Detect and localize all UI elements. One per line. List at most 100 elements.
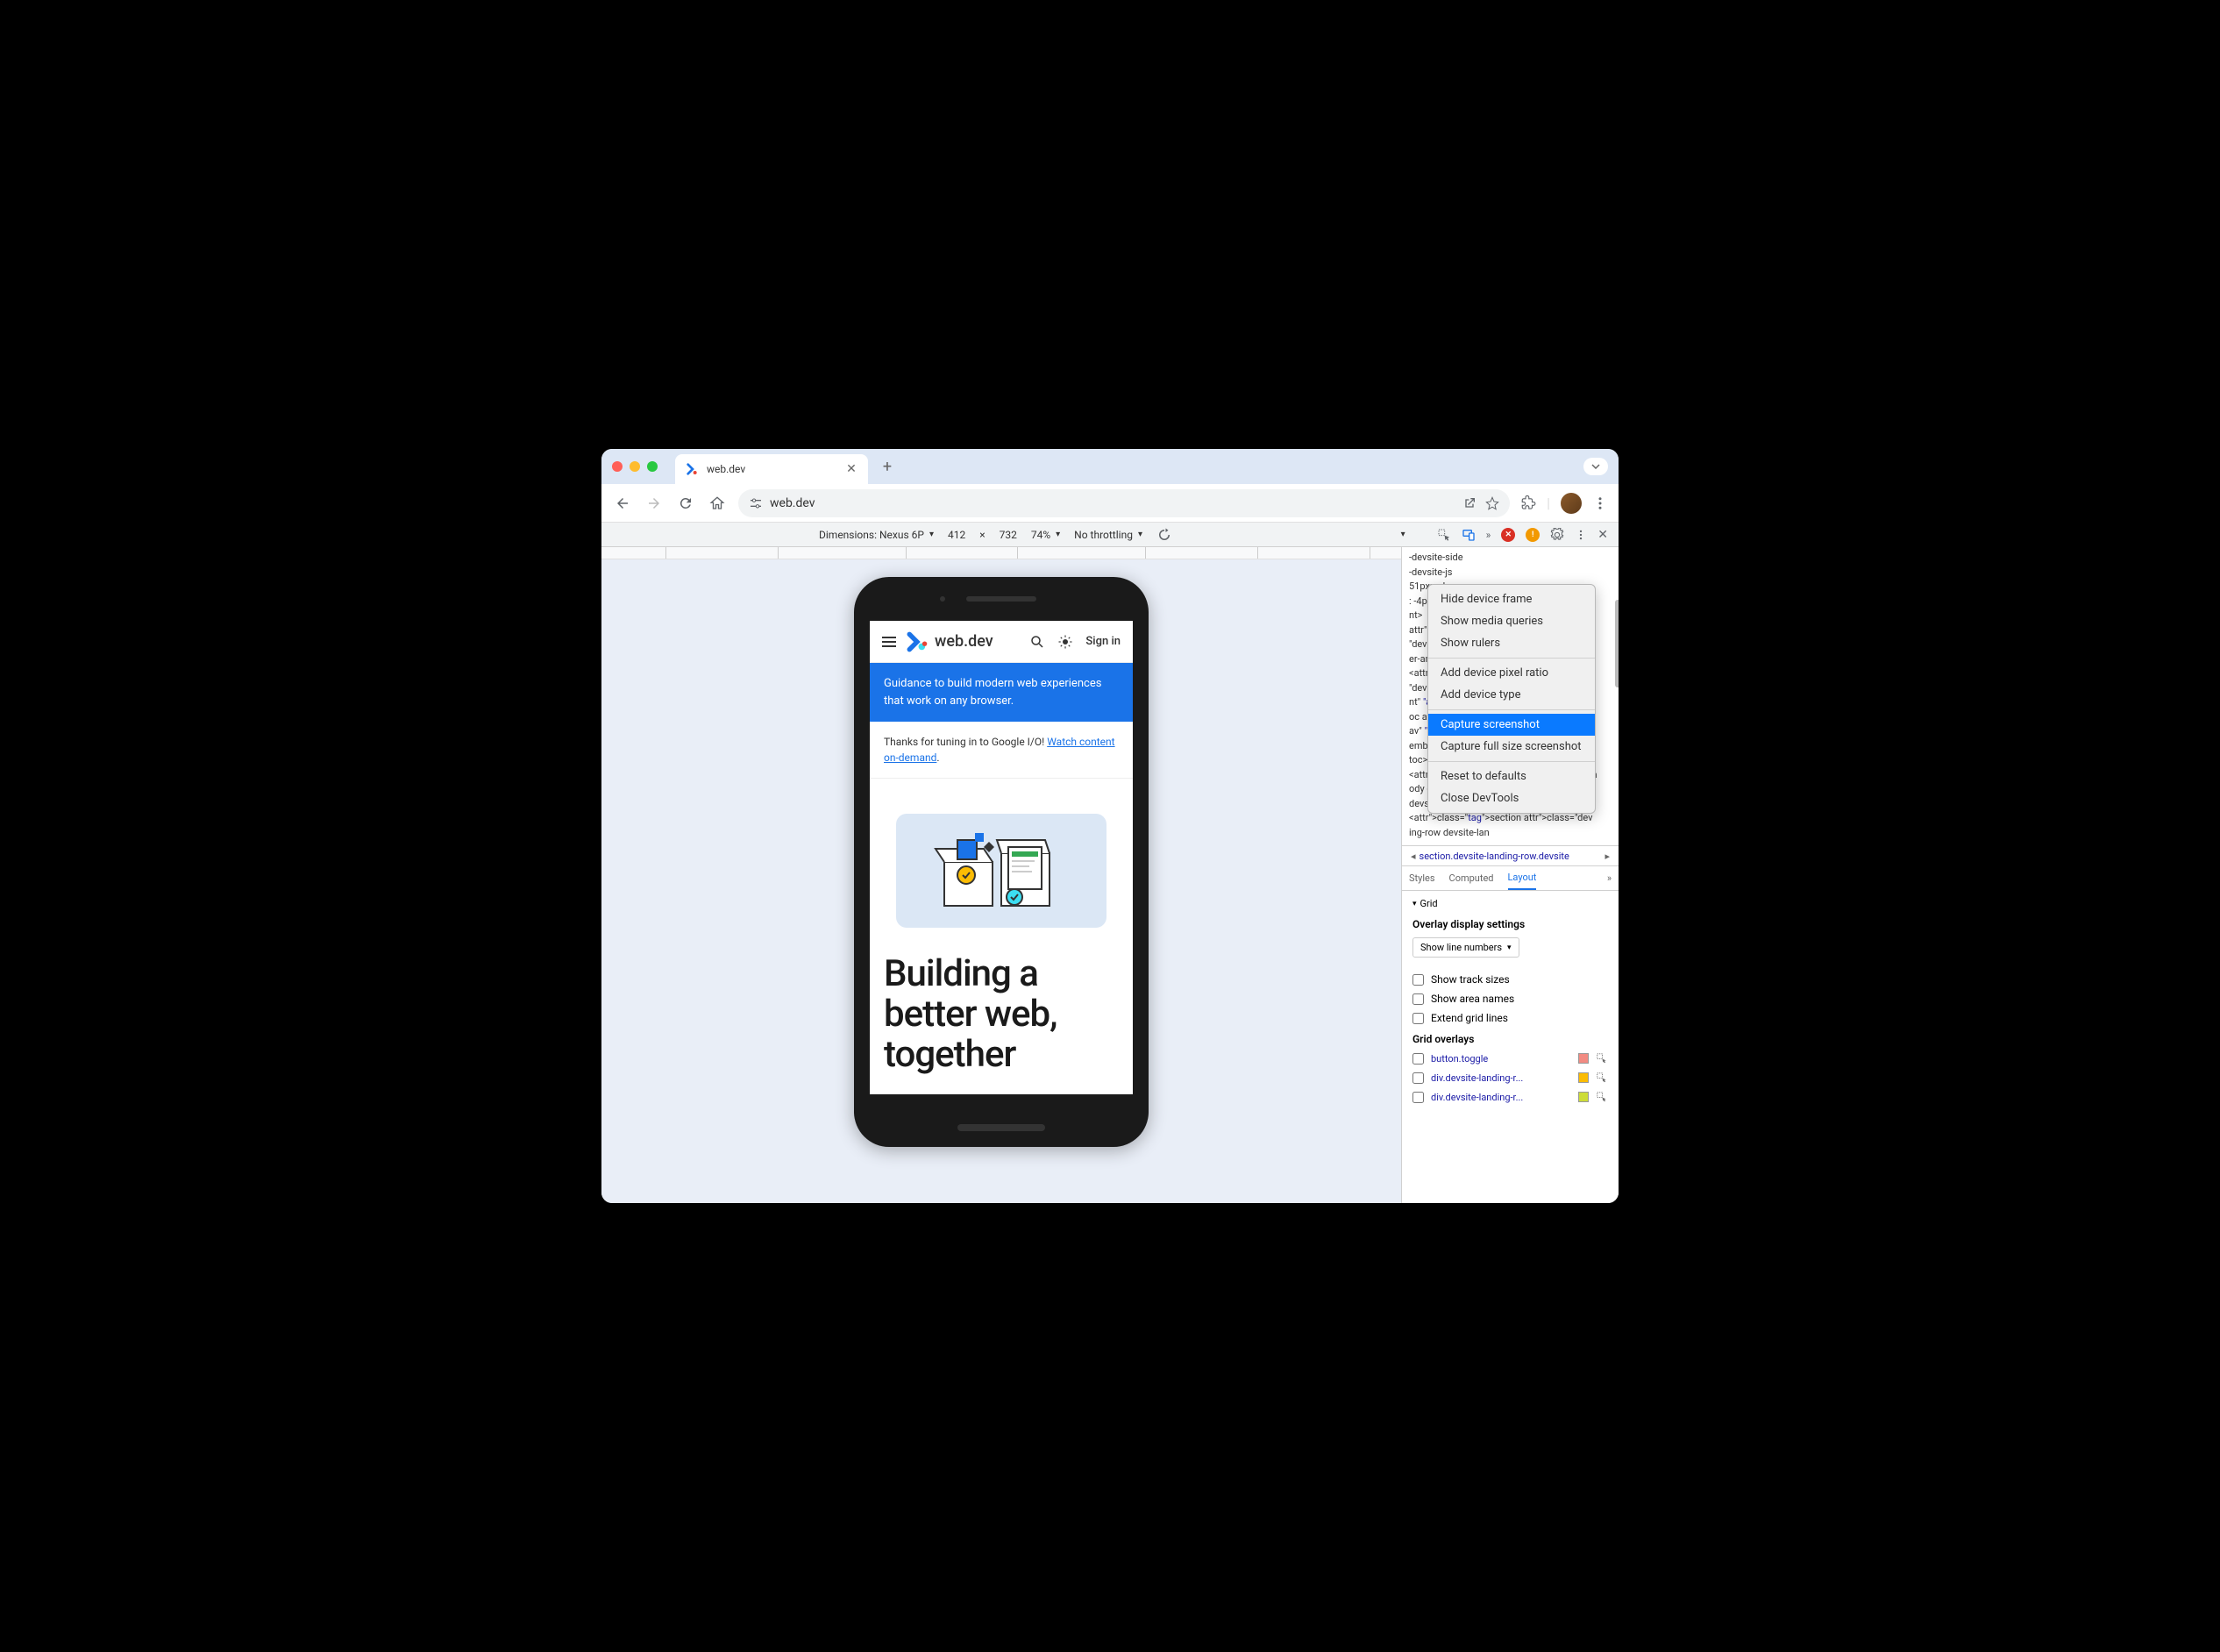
warning-badge[interactable]: !: [1526, 528, 1540, 542]
close-window-button[interactable]: [612, 461, 623, 472]
browser-tab[interactable]: web.dev ✕: [675, 454, 868, 484]
menu-item-show-rulers[interactable]: Show rulers: [1428, 632, 1595, 654]
grid-overlays-title: Grid overlays: [1412, 1033, 1608, 1045]
scrollbar-thumb[interactable]: [1615, 600, 1619, 687]
home-button[interactable]: [707, 493, 728, 514]
guidance-banner: Guidance to build modern web experiences…: [870, 663, 1133, 722]
device-height[interactable]: 732: [1000, 529, 1017, 541]
color-swatch[interactable]: [1578, 1053, 1589, 1064]
dom-breadcrumb: ◂ section.devsite-landing-row.devsite ▸: [1402, 845, 1619, 866]
theme-toggle-icon[interactable]: [1057, 634, 1073, 650]
device-toolbar: Dimensions: Nexus 6P 412 × 732 74% No th…: [601, 523, 1619, 547]
checkbox-extend-grid-lines[interactable]: Extend grid lines: [1412, 1012, 1608, 1024]
overlay-name[interactable]: div.devsite-landing-r...: [1431, 1092, 1571, 1103]
overlay-checkbox[interactable]: [1412, 1072, 1424, 1084]
overlay-checkbox[interactable]: [1412, 1053, 1424, 1065]
address-bar[interactable]: web.dev: [738, 489, 1510, 517]
rotate-icon[interactable]: [1156, 527, 1172, 543]
highlight-icon[interactable]: [1596, 1091, 1608, 1103]
checkbox-show-track-sizes[interactable]: Show track sizes: [1412, 973, 1608, 986]
tab-bar: web.dev ✕ +: [601, 449, 1619, 484]
site-logo[interactable]: web.dev: [907, 630, 993, 653]
checkbox-input[interactable]: [1412, 1013, 1424, 1024]
settings-gear-icon[interactable]: [1550, 528, 1564, 542]
back-button[interactable]: [612, 493, 633, 514]
overlay-row: div.devsite-landing-r...: [1412, 1072, 1608, 1084]
color-swatch[interactable]: [1578, 1072, 1589, 1083]
menu-item-close-devtools[interactable]: Close DevTools: [1428, 787, 1595, 809]
tab-layout[interactable]: Layout: [1508, 866, 1537, 890]
search-icon[interactable]: [1029, 634, 1045, 650]
zoom-dropdown[interactable]: 74%: [1031, 529, 1060, 541]
profile-avatar[interactable]: [1561, 493, 1582, 514]
devtools-kebab-icon[interactable]: [1575, 529, 1587, 541]
menu-item-hide-device-frame[interactable]: Hide device frame: [1428, 588, 1595, 610]
tab-styles[interactable]: Styles: [1409, 867, 1435, 889]
device-width[interactable]: 412: [948, 529, 965, 541]
webdev-logo-icon: [907, 630, 929, 653]
breadcrumb-next-icon[interactable]: ▸: [1601, 851, 1613, 862]
maximize-window-button[interactable]: [647, 461, 658, 472]
breadcrumb-item[interactable]: section.devsite-landing-row.devsite: [1420, 851, 1602, 862]
close-devtools-icon[interactable]: ✕: [1597, 528, 1608, 542]
overlay-row: button.toggle: [1412, 1052, 1608, 1065]
context-menu: Hide device frameShow media queriesShow …: [1427, 584, 1596, 814]
chrome-dropdown-icon[interactable]: [1583, 458, 1608, 475]
menu-item-capture-full-size-screenshot[interactable]: Capture full size screenshot: [1428, 736, 1595, 758]
layout-panel: Grid Overlay display settings Show line …: [1402, 891, 1619, 1203]
minimize-window-button[interactable]: [630, 461, 640, 472]
throttling-dropdown[interactable]: No throttling: [1074, 529, 1142, 541]
device-screen: web.dev Sign in Guidance to build modern…: [870, 621, 1133, 1094]
overlay-name[interactable]: button.toggle: [1431, 1053, 1571, 1065]
color-swatch[interactable]: [1578, 1092, 1589, 1102]
more-tabs-icon[interactable]: »: [1486, 529, 1491, 541]
error-badge[interactable]: ✕: [1501, 528, 1515, 542]
menu-item-show-media-queries[interactable]: Show media queries: [1428, 610, 1595, 632]
line-numbers-select[interactable]: Show line numbers▾: [1412, 937, 1519, 958]
device-toggle-icon[interactable]: [1462, 528, 1476, 542]
tab-computed[interactable]: Computed: [1449, 867, 1494, 889]
kebab-menu-icon[interactable]: [1592, 495, 1608, 511]
hamburger-icon[interactable]: [882, 637, 896, 647]
dom-line[interactable]: -devsite-side: [1409, 551, 1612, 566]
menu-item-reset-to-defaults[interactable]: Reset to defaults: [1428, 765, 1595, 787]
toolbar-right: |: [1520, 493, 1608, 514]
signin-link[interactable]: Sign in: [1085, 635, 1121, 648]
device-camera: [940, 596, 945, 602]
overlay-row: div.devsite-landing-r...: [1412, 1091, 1608, 1103]
site-settings-icon[interactable]: [749, 496, 763, 510]
hero-illustration: [896, 814, 1106, 928]
menu-separator: [1428, 709, 1595, 710]
menu-item-add-device-pixel-ratio[interactable]: Add device pixel ratio: [1428, 662, 1595, 684]
dom-line[interactable]: -devsite-js: [1409, 566, 1612, 580]
menu-item-capture-screenshot[interactable]: Capture screenshot: [1428, 714, 1595, 736]
checkbox-input[interactable]: [1412, 974, 1424, 986]
inspect-icon[interactable]: [1437, 528, 1451, 542]
close-tab-icon[interactable]: ✕: [845, 463, 857, 475]
breadcrumb-prev-icon[interactable]: ◂: [1407, 851, 1420, 862]
bookmark-star-icon[interactable]: [1485, 496, 1499, 510]
forward-button[interactable]: [644, 493, 665, 514]
dom-line[interactable]: ing-row devsite-lan: [1409, 826, 1612, 841]
more-options-dropdown[interactable]: ▾: [1401, 530, 1405, 539]
io-suffix: .: [936, 751, 939, 764]
overlay-checkbox[interactable]: [1412, 1092, 1424, 1103]
checkbox-input[interactable]: [1412, 993, 1424, 1005]
menu-separator: [1428, 761, 1595, 762]
grid-section-toggle[interactable]: Grid: [1412, 898, 1608, 909]
open-external-icon[interactable]: [1462, 496, 1476, 510]
extensions-icon[interactable]: [1520, 495, 1536, 511]
more-tabs-icon[interactable]: »: [1607, 872, 1612, 884]
checkbox-show-area-names[interactable]: Show area names: [1412, 993, 1608, 1005]
menu-item-add-device-type[interactable]: Add device type: [1428, 684, 1595, 706]
device-home-bar: [957, 1124, 1045, 1131]
new-tab-button[interactable]: +: [875, 454, 900, 479]
overlay-name[interactable]: div.devsite-landing-r...: [1431, 1072, 1571, 1084]
dimensions-dropdown[interactable]: Dimensions: Nexus 6P: [819, 529, 934, 541]
reload-button[interactable]: [675, 493, 696, 514]
viewport-area: web.dev Sign in Guidance to build modern…: [601, 547, 1401, 1203]
io-prefix: Thanks for tuning in to Google I/O!: [884, 736, 1047, 748]
browser-window: web.dev ✕ + web.dev | Dimen: [601, 449, 1619, 1203]
highlight-icon[interactable]: [1596, 1072, 1608, 1084]
highlight-icon[interactable]: [1596, 1052, 1608, 1065]
